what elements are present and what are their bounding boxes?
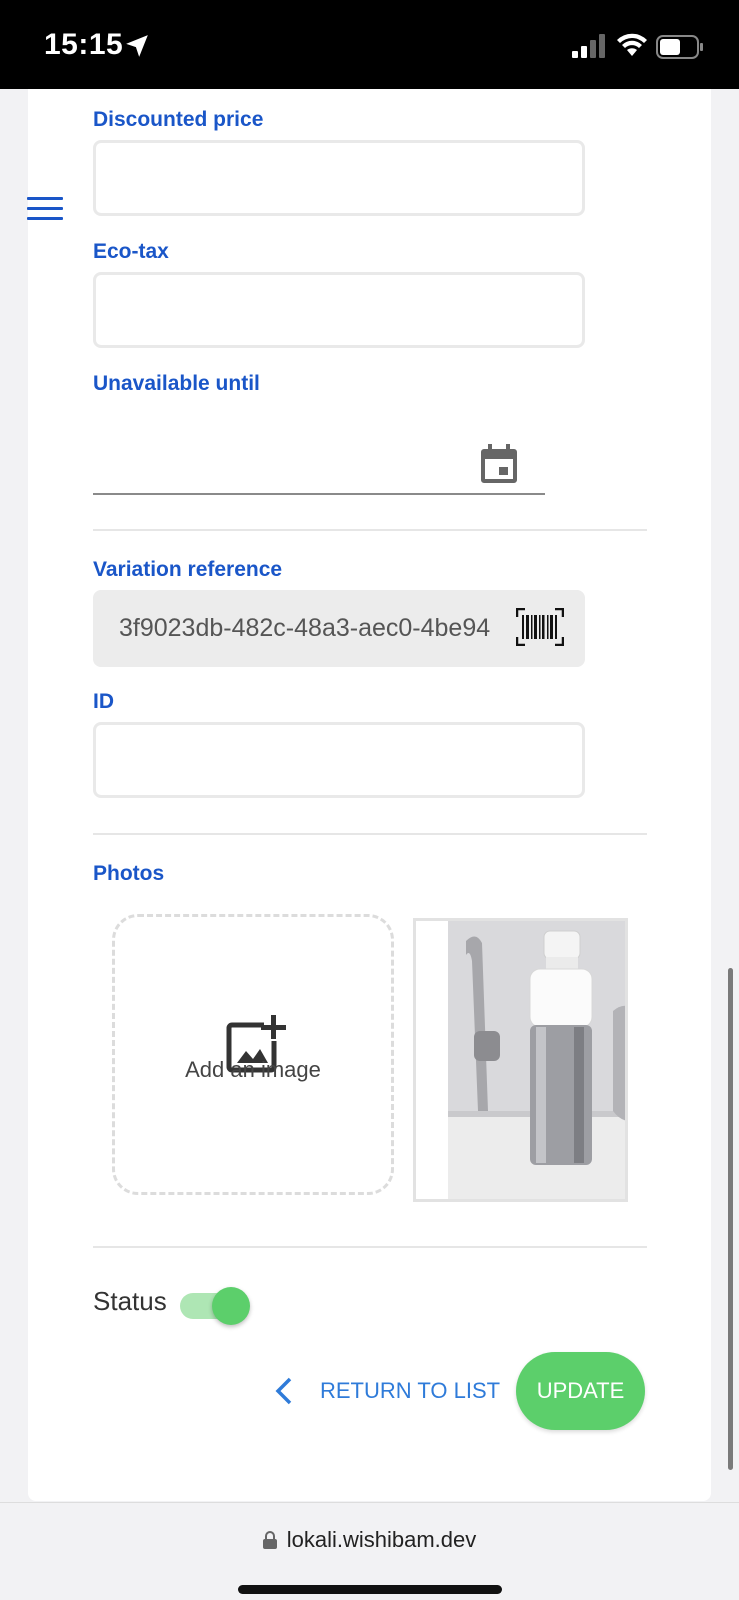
battery-icon <box>656 35 703 59</box>
url-text: lokali.wishibam.dev <box>286 1527 477 1552</box>
id-input[interactable] <box>93 722 585 798</box>
unavailable-until-label: Unavailable until <box>93 372 260 395</box>
cellular-signal-icon <box>572 34 605 58</box>
id-label: ID <box>93 690 114 713</box>
discounted-price-input[interactable] <box>93 140 585 216</box>
photo-thumbnail[interactable] <box>413 918 628 1202</box>
divider <box>93 529 647 531</box>
location-arrow-icon <box>126 35 148 57</box>
status-label: Status <box>93 1286 167 1316</box>
variation-reference-input[interactable]: 3f9023db-482c-48a3-aec0-4be94 <box>93 590 585 667</box>
barcode-scan-icon[interactable] <box>516 608 564 646</box>
menu-icon[interactable] <box>27 197 63 223</box>
eco-tax-label: Eco-tax <box>93 240 169 263</box>
eco-tax-input[interactable] <box>93 272 585 348</box>
clock: 15:15 <box>44 28 124 61</box>
variation-reference-label: Variation reference <box>93 558 283 581</box>
return-to-list-label: RETURN TO LIST <box>320 1378 501 1403</box>
divider <box>93 833 647 835</box>
bottle-photo <box>448 921 625 1199</box>
discounted-price-label: Discounted price <box>93 108 264 131</box>
status-toggle[interactable] <box>180 1287 252 1325</box>
chevron-left-icon <box>275 1377 292 1405</box>
browser-url-bar[interactable]: lokali.wishibam.dev <box>0 1502 739 1600</box>
status-bar: 15:15 <box>0 0 739 89</box>
wifi-icon <box>617 33 647 56</box>
add-image-dropzone[interactable]: Add an image <box>112 914 394 1195</box>
divider <box>93 1246 647 1248</box>
add-image-text: Add an image <box>185 1057 321 1082</box>
scrollbar[interactable] <box>728 968 733 1470</box>
url-display[interactable]: lokali.wishibam.dev <box>0 1527 739 1553</box>
home-indicator[interactable] <box>238 1585 502 1594</box>
unavailable-until-input[interactable] <box>93 493 545 495</box>
photos-label: Photos <box>93 862 165 885</box>
calendar-icon[interactable] <box>480 444 518 484</box>
update-button[interactable]: UPDATE <box>516 1352 645 1430</box>
lock-icon <box>262 1531 277 1549</box>
variation-reference-value: 3f9023db-482c-48a3-aec0-4be94 <box>119 614 491 642</box>
return-to-list-button[interactable]: RETURN TO LIST <box>272 1373 500 1409</box>
